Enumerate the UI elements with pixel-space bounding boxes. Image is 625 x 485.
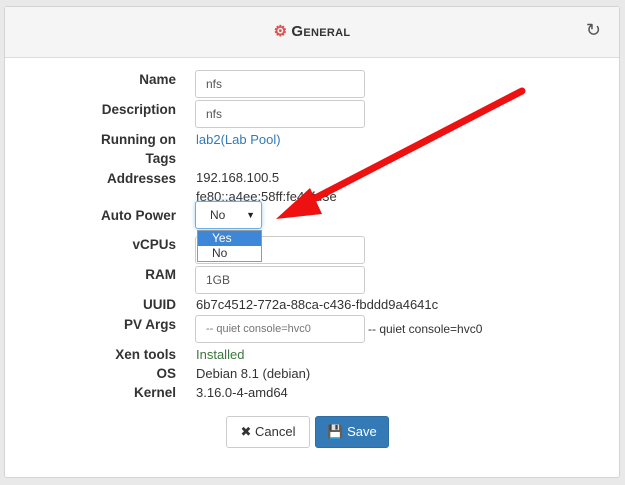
label-uuid: UUID	[143, 297, 176, 312]
gears-icon: ⚙	[273, 23, 288, 40]
running-on-value: lab2(Lab Pool)	[196, 132, 281, 147]
label-tags: Tags	[145, 151, 176, 166]
pv-args-default: -- quiet console=hvc0	[368, 322, 483, 336]
label-name: Name	[139, 72, 176, 87]
auto-power-selected: No	[210, 208, 226, 222]
name-input[interactable]: nfs	[195, 70, 365, 98]
cancel-button[interactable]: ✖ Cancel	[226, 416, 310, 448]
auto-power-option-no[interactable]: No	[198, 246, 261, 261]
kernel-value: 3.16.0-4-amd64	[196, 385, 288, 400]
description-input[interactable]: nfs	[195, 100, 365, 128]
label-description: Description	[101, 102, 176, 117]
uuid-value: 6b7c4512-772a-88ca-c436-fbddd9a4641c	[196, 297, 439, 312]
panel-header: ⚙ General ↻	[5, 7, 619, 58]
auto-power-dropdown: Yes No	[197, 230, 262, 262]
label-auto-power: Auto Power	[100, 208, 176, 223]
label-xen-tools: Xen tools	[115, 347, 176, 362]
caret-down-icon: ▼	[246, 210, 255, 220]
pool-link[interactable]: Lab Pool	[225, 132, 276, 147]
close-icon: ✖	[240, 424, 252, 439]
pv-args-input[interactable]	[195, 315, 365, 343]
label-os: OS	[156, 366, 176, 381]
address-ipv4: 192.168.100.5	[196, 170, 280, 185]
label-pv-args: PV Args	[123, 317, 176, 332]
save-button[interactable]: 💾 Save	[315, 416, 389, 448]
os-value: Debian 8.1 (debian)	[196, 366, 311, 381]
auto-power-option-yes[interactable]: Yes	[198, 231, 261, 246]
label-addresses: Addresses	[106, 171, 176, 186]
xen-tools-status: Installed	[196, 347, 245, 362]
label-running-on: Running on	[101, 132, 176, 147]
save-icon: 💾	[327, 424, 344, 439]
refresh-icon[interactable]: ↻	[586, 20, 601, 41]
ram-input[interactable]: 1GB	[195, 266, 365, 294]
label-ram: RAM	[145, 267, 176, 282]
label-kernel: Kernel	[133, 385, 176, 400]
host-link[interactable]: lab2	[196, 132, 221, 147]
panel-title: ⚙ General	[273, 23, 351, 40]
label-vcpus: vCPUs	[132, 237, 176, 252]
auto-power-select[interactable]: No ▼	[195, 201, 262, 229]
